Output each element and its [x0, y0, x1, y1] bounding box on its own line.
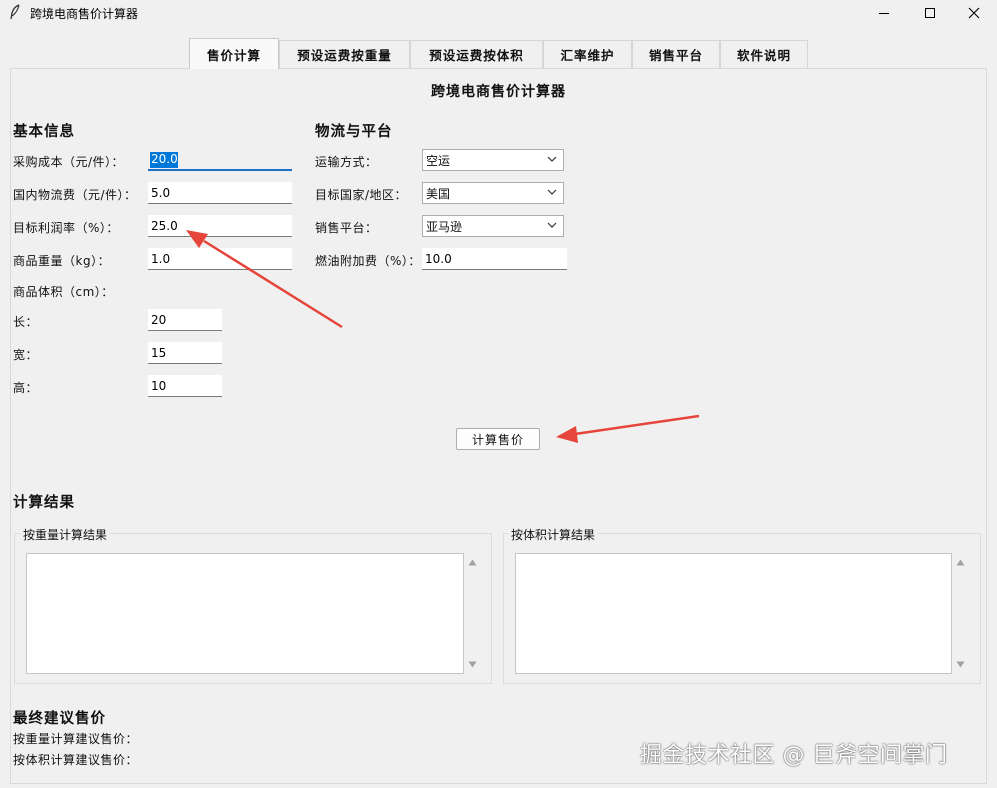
watermark: 掘金技术社区 @ 巨斧空间掌门 — [640, 743, 948, 768]
arrow-to-calculate-button — [556, 414, 700, 443]
annotation-arrows — [186, 230, 700, 443]
tab-price-calc[interactable]: 售价计算 — [189, 38, 279, 69]
arrow-to-profit-rate — [186, 230, 343, 329]
